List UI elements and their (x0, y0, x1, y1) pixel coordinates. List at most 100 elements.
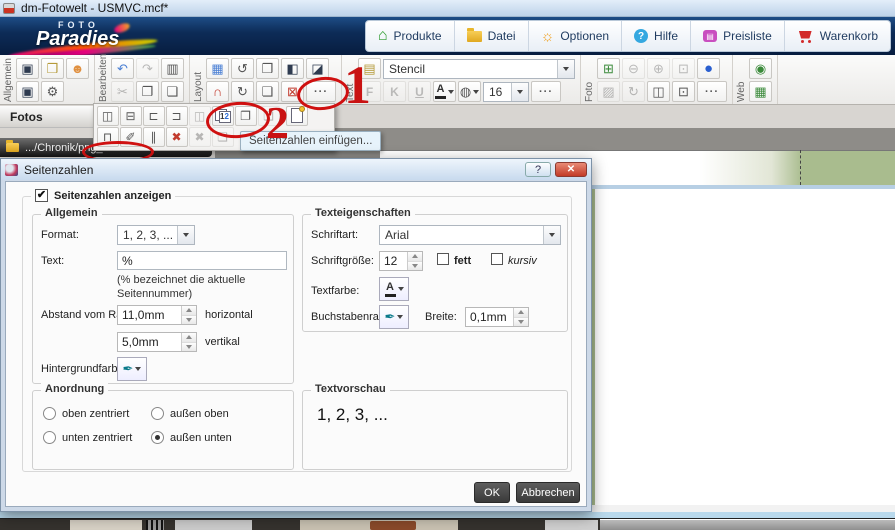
web-grid-icon[interactable]: ▦ (749, 81, 772, 102)
photo-thumbnail[interactable] (545, 520, 598, 530)
outline-width-spinner[interactable]: 0,1mm (465, 307, 529, 327)
margin-vertical-value: 5,0mm (118, 333, 181, 351)
trash-icon[interactable]: ▥ (161, 58, 184, 79)
text-more-button[interactable]: ··· (531, 81, 561, 102)
paste-icon[interactable]: ❑ (161, 81, 184, 102)
seitenzahlen-dialog: Seitenzahlen ? ✕ ✔ Seitenzahlen anzeigen… (0, 158, 592, 512)
photo-thumbnail[interactable] (300, 520, 458, 530)
page-canvas[interactable] (595, 189, 895, 511)
dialog-close-button[interactable]: ✕ (555, 162, 587, 177)
bottom-blue-strip (0, 512, 895, 519)
chevron-down-icon[interactable] (511, 83, 528, 101)
sphere-icon[interactable]: ● (697, 58, 720, 79)
spin-down-icon[interactable] (408, 261, 422, 271)
copy-page-icon[interactable]: ❒ (256, 58, 279, 79)
settings-gear-icon[interactable]: ⚙ (41, 81, 64, 102)
redo-icon[interactable]: ↷ (136, 58, 159, 79)
dialog-help-button[interactable]: ? (525, 162, 551, 177)
spin-up-icon[interactable] (182, 306, 196, 315)
page-number-text-input[interactable]: % (117, 251, 287, 270)
font-size-spinner[interactable]: 12 (379, 251, 423, 271)
nav-produkte[interactable]: ⌂ Produkte (366, 21, 455, 51)
italic-checkbox[interactable] (491, 253, 503, 265)
text-label: Text: (41, 255, 64, 267)
cart-icon (797, 30, 814, 43)
spin-up-icon[interactable] (408, 252, 422, 261)
nav-warenkorb[interactable]: Warenkorb (785, 21, 890, 51)
ok-button[interactable]: OK (474, 482, 510, 503)
fotos-panel-title: Fotos (10, 110, 43, 124)
nav-preisliste[interactable]: ▤ Preisliste (691, 21, 785, 51)
spin-down-icon[interactable] (514, 317, 528, 327)
photo-thumbnail[interactable] (70, 520, 142, 530)
distribute-horizontal-icon[interactable]: ◫ (97, 106, 119, 126)
nav-datei[interactable]: Datei (455, 21, 529, 51)
chevron-down-icon[interactable] (543, 226, 560, 244)
underline-button[interactable]: U (408, 81, 431, 102)
clear-icon[interactable]: ✖ (189, 127, 211, 147)
web-globe-icon[interactable]: ◉ (749, 58, 772, 79)
photo-icon[interactable]: ▨ (597, 81, 620, 102)
italic-button[interactable]: K (383, 81, 406, 102)
frame-icon[interactable]: ⊡ (672, 81, 695, 102)
crop-icon[interactable]: ⊡ (672, 58, 695, 79)
zoom-in-icon[interactable]: ⊕ (647, 58, 670, 79)
radio-aussen-unten[interactable] (151, 431, 164, 444)
background-color-button[interactable]: ✒ (117, 357, 147, 381)
texteigenschaften-group: Texteigenschaften Schriftart: Arial Schr… (302, 214, 568, 332)
copy-icon[interactable]: ❐ (136, 81, 159, 102)
cancel-button[interactable]: Abbrechen (516, 482, 580, 503)
fill-color-button[interactable]: ◍ (458, 81, 481, 102)
insert-page-icon[interactable]: ◧ (281, 58, 304, 79)
align-left-icon[interactable]: ⊏ (143, 106, 165, 126)
photo-thumbnail[interactable] (175, 520, 252, 530)
nav-optionen[interactable]: ☼ Optionen (529, 21, 622, 51)
margin-vertical-spinner[interactable]: 5,0mm (117, 332, 197, 352)
nav-hilfe[interactable]: ? Hilfe (622, 21, 691, 51)
margin-horizontal-spinner[interactable]: 11,0mm (117, 305, 197, 325)
spread-icon[interactable]: ◫ (647, 81, 670, 102)
save-icon[interactable]: ▣ (16, 58, 39, 79)
rotate-right-icon[interactable]: ↻ (231, 81, 254, 102)
delete-marked-icon[interactable]: ✖ (166, 127, 188, 147)
chevron-down-icon[interactable] (177, 226, 194, 244)
text-color-button[interactable]: A (433, 81, 456, 102)
radio-oben-zentriert-label: oben zentriert (62, 408, 129, 420)
open-folder-icon[interactable]: ❒ (41, 58, 64, 79)
undo-icon[interactable]: ↶ (111, 58, 134, 79)
dialog-font-select[interactable]: Arial (379, 225, 561, 245)
font-family-select[interactable]: Stencil (383, 59, 575, 79)
magnet-icon[interactable]: ∩ (206, 81, 229, 102)
rotate-photo-icon[interactable]: ↻ (622, 81, 645, 102)
spin-down-icon[interactable] (182, 315, 196, 325)
font-size-value: 16 (484, 85, 511, 99)
spin-up-icon[interactable] (514, 308, 528, 317)
save-as-icon[interactable]: ▣ (16, 81, 39, 102)
radio-unten-zentriert[interactable] (43, 431, 56, 444)
grid-icon[interactable]: ▦ (206, 58, 229, 79)
font-size-select[interactable]: 16 (483, 82, 529, 102)
letter-outline-color-button[interactable]: ✒ (379, 305, 409, 329)
show-page-numbers-checkbox[interactable]: ✔ (35, 189, 48, 202)
width-label: Breite: (425, 311, 457, 323)
spin-up-icon[interactable] (182, 333, 196, 342)
dialog-text-color-button[interactable]: A (379, 277, 409, 301)
size-bars-icon[interactable]: ∥ (143, 127, 165, 147)
align-middle-icon[interactable]: ⊟ (120, 106, 142, 126)
rotate-left-icon[interactable]: ↺ (231, 58, 254, 79)
spin-down-icon[interactable] (182, 342, 196, 352)
format-label: Format: (41, 229, 79, 241)
dialog-icon (5, 164, 18, 176)
bold-checkbox[interactable] (437, 253, 449, 265)
cut-icon[interactable]: ✂ (111, 81, 134, 102)
foto-more-button[interactable]: ··· (697, 81, 727, 102)
radio-aussen-oben[interactable] (151, 407, 164, 420)
radio-oben-zentriert[interactable] (43, 407, 56, 420)
align-right-icon[interactable]: ⊐ (166, 106, 188, 126)
dialog-titlebar[interactable]: Seitenzahlen ? ✕ (1, 159, 591, 180)
add-photo-icon[interactable]: ⊞ (597, 58, 620, 79)
profile-icon[interactable]: ☻ (66, 58, 89, 79)
format-select[interactable]: 1, 2, 3, ... (117, 225, 195, 245)
chevron-down-icon[interactable] (557, 60, 574, 78)
zoom-out-icon[interactable]: ⊖ (622, 58, 645, 79)
